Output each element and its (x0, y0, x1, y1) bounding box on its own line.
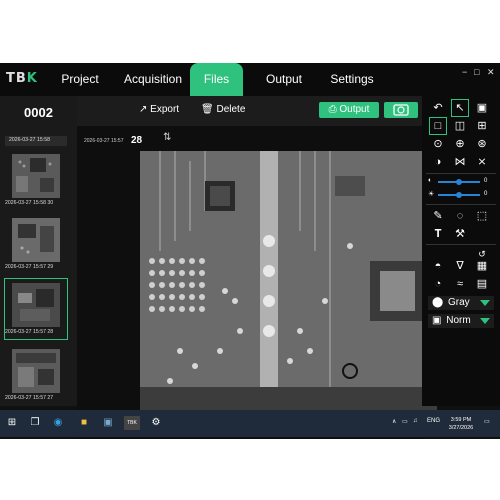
clock-time: 3:59 PM (450, 417, 472, 423)
undo-icon[interactable]: ↶ (430, 100, 446, 116)
minimize-button[interactable]: − (462, 67, 467, 77)
camera-button[interactable] (384, 102, 418, 118)
edge-icon[interactable]: ◉ (52, 417, 64, 429)
clock-date: 3/27/2026 (448, 425, 474, 431)
settings-taskbar-icon[interactable]: ⚙ (150, 417, 162, 429)
colormap-dropdown[interactable]: ⬤ Gray (428, 296, 494, 310)
file-id: 0002 (24, 105, 53, 120)
network-icon[interactable]: ▭ (402, 418, 408, 425)
invert-icon[interactable]: ◑ (430, 154, 446, 170)
app-taskbar-icon[interactable]: TBK (124, 416, 140, 430)
tab-settings[interactable]: Settings (322, 63, 382, 96)
thumbnail-label: 2026-03-27 15:57 27 (5, 395, 54, 401)
divider (426, 173, 496, 174)
sort-icon[interactable]: ⇅ (163, 132, 171, 143)
lasso-icon[interactable]: ◌ (452, 208, 468, 224)
mode-icon: ▣ (432, 315, 442, 326)
notification-icon[interactable]: ▭ (484, 418, 490, 425)
chevron-down-icon (480, 318, 490, 324)
language-indicator[interactable]: ENG (427, 418, 440, 424)
tab-project[interactable]: Project (50, 63, 110, 96)
thumbnail-item[interactable]: 2026-03-27 15:57 29 (5, 214, 67, 274)
contrast-value: 0 (484, 178, 488, 184)
tools-icon[interactable]: ⚒ (452, 226, 468, 242)
taskbar: ⊞ ❐ ◉ ■ ▣ TBK ⚙ ∧ ▭ ♫ ENG 3:59 PM 3/27/2… (0, 410, 500, 437)
dial-icon[interactable]: ⊛ (474, 136, 490, 152)
file-explorer-icon[interactable]: ■ (78, 417, 90, 429)
rotate-icon[interactable]: ⨯ (474, 154, 490, 170)
flip-icon[interactable]: ⋈ (452, 154, 468, 170)
divider (426, 204, 496, 205)
tab-output[interactable]: Output (256, 63, 312, 96)
chevron-down-icon (480, 300, 490, 306)
wave-icon[interactable]: ≈ (452, 276, 468, 292)
maximize-button[interactable]: □ (474, 67, 479, 77)
output-button[interactable]: ⎙ Output (319, 102, 379, 118)
thumbnail-image (12, 283, 60, 327)
slider-knob[interactable] (456, 192, 462, 198)
app-window: TBK Project Acquisition Files Output Set… (0, 63, 500, 439)
image-viewer[interactable]: 2026-03-27 15:57 28 ⇅ (77, 126, 437, 439)
tab-acquisition[interactable]: Acquisition (113, 63, 193, 96)
divider (426, 244, 496, 245)
volume-icon[interactable]: ♫ (413, 418, 418, 424)
thumbnail-label: 2026-03-27 15:57 29 (5, 264, 54, 270)
export-icon: ↗ (139, 104, 148, 115)
brightness-slider[interactable] (438, 192, 480, 198)
pointer-icon[interactable]: ↖ (451, 99, 469, 117)
image-count: 28 (131, 135, 143, 146)
pie-icon[interactable]: ◔ (430, 276, 446, 292)
image-timestamp: 2026-03-27 15:57 (84, 138, 124, 144)
layout-single-icon[interactable]: □ (429, 117, 447, 135)
filter-icon[interactable]: ∇ (452, 258, 468, 274)
trash-icon: 🗑 (201, 104, 214, 115)
brightness-icon: ☀ (428, 191, 435, 198)
grid-icon[interactable]: ▦ (474, 258, 490, 274)
thumbnail-header[interactable]: 2026-03-27 15:58 (5, 136, 67, 146)
thumbnail-label: 2026-03-27 15:58 30 (5, 200, 54, 206)
task-view-icon[interactable]: ❐ (29, 417, 41, 429)
contrast-slider[interactable] (438, 179, 480, 185)
globe-icon[interactable]: ◓ (430, 258, 446, 274)
app-logo: TBK (6, 71, 38, 86)
layout-grid-icon[interactable]: ⊞ (474, 118, 490, 134)
contrast-icon: ◐ (428, 177, 433, 184)
close-button[interactable]: ✕ (487, 67, 495, 78)
save-icon[interactable]: ▣ (474, 100, 490, 116)
pen-icon[interactable]: ✎ (430, 208, 446, 224)
thumbnail-image (12, 349, 60, 393)
palette-icon: ⬤ (432, 297, 444, 308)
text-icon[interactable]: 𝐓 (430, 226, 446, 242)
thumbnail-item-selected[interactable]: 2026-03-27 15:57 28 (4, 278, 68, 340)
tray-chevron-icon[interactable]: ∧ (392, 418, 396, 425)
camera-icon (393, 104, 409, 116)
windows-start-icon[interactable]: ⊞ (6, 417, 18, 429)
tool-panel: ↶ ↖ ▣ □ ◫ ⊞ ⊙ ⊕ ⊛ ◑ ⋈ ⨯ ◐ 0 ☀ 0 ✎ ◌ ⬚ 𝐓 … (422, 96, 500, 406)
thumbnail-date: 2026-03-27 15:58 (9, 137, 50, 143)
thumbnail-label: 2026-03-27 15:57 28 (5, 329, 54, 335)
clock[interactable]: 3:59 PM 3/27/2026 (443, 416, 479, 432)
target-icon[interactable]: ⊙ (430, 136, 446, 152)
mode-dropdown[interactable]: ▣ Norm (428, 314, 494, 328)
brightness-value: 0 (484, 191, 488, 197)
slider-knob[interactable] (456, 179, 462, 185)
thumbnail-item[interactable]: 2026-03-27 15:58 30 (5, 150, 67, 210)
delete-button[interactable]: 🗑 Delete (201, 104, 245, 115)
tab-files[interactable]: Files (190, 63, 243, 96)
thumbnail-image (12, 154, 60, 198)
export-button[interactable]: ↗ Export (139, 104, 179, 115)
printer-icon: ⎙ (328, 104, 337, 115)
top-nav: TBK Project Acquisition Files Output Set… (0, 63, 500, 96)
layout-split-icon[interactable]: ◫ (452, 118, 468, 134)
file-toolbar: ↗ Export 🗑 Delete ⎙ Output (77, 96, 422, 126)
xray-image[interactable] (140, 151, 437, 414)
magnify-icon[interactable]: ⊕ (452, 136, 468, 152)
sharpen-icon[interactable]: ▤ (474, 276, 490, 292)
thumbnail-panel: 0002 2026-03-27 15:58 2026-03-27 15:58 3… (0, 96, 77, 406)
select-region-icon[interactable]: ⬚ (474, 208, 490, 224)
thumbnail-item[interactable]: 2026-03-27 15:57 27 (5, 345, 67, 405)
thumbnail-image (12, 218, 60, 262)
store-icon[interactable]: ▣ (102, 417, 114, 429)
